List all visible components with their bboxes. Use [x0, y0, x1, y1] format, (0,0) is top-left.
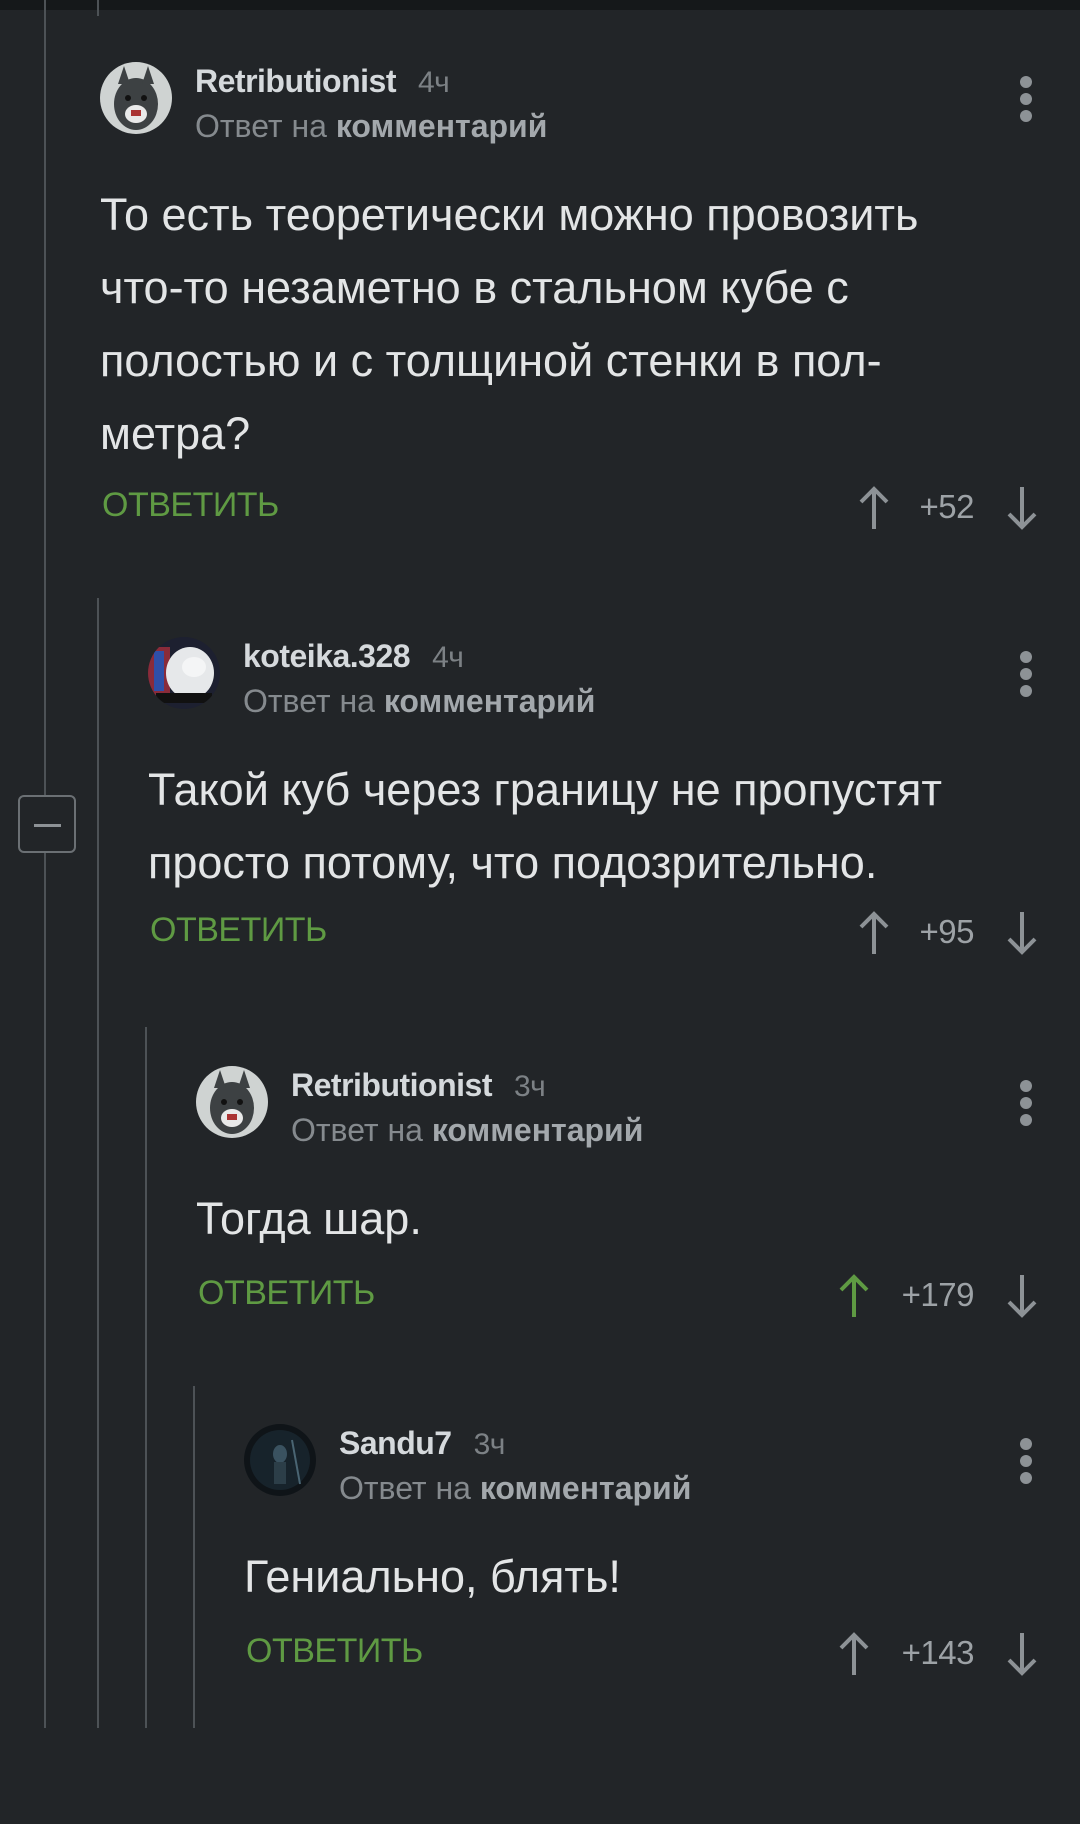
arrow-down-icon[interactable] [1004, 909, 1040, 957]
thread-line [193, 1386, 195, 1728]
thread-line [97, 598, 99, 1728]
more-vertical-icon[interactable] [1020, 1438, 1032, 1484]
reply-button[interactable]: ОТВЕТИТЬ [198, 1274, 375, 1313]
arrow-up-icon[interactable] [856, 909, 892, 957]
comment-actions: ОТВЕТИТЬ +179 [198, 1264, 1040, 1324]
thread-line [97, 0, 99, 16]
reply-button[interactable]: ОТВЕТИТЬ [102, 486, 279, 525]
comment-score: +52 [919, 488, 975, 525]
comment-score: +95 [919, 913, 975, 950]
comment: koteika.328 4ч Ответ на комментарий Такой… [148, 637, 1080, 1037]
avatar[interactable] [196, 1066, 268, 1138]
arrow-down-icon[interactable] [1004, 1630, 1040, 1678]
reply-to-line: Ответ на комментарий [339, 1470, 692, 1506]
reply-to-line: Ответ на комментарий [243, 683, 596, 719]
comment-author[interactable]: Sandu7 3ч [339, 1425, 505, 1462]
reply-to-line: Ответ на комментарий [195, 108, 548, 144]
comment-text: Гениально, блять! [244, 1551, 621, 1602]
comment-actions: ОТВЕТИТЬ +95 [150, 901, 1040, 961]
more-vertical-icon[interactable] [1020, 1080, 1032, 1126]
comment-time: 3ч [473, 1428, 506, 1461]
comment-time: 3ч [513, 1070, 546, 1103]
comment-author[interactable]: Retributionist 4ч [195, 63, 450, 100]
thread-line [145, 1027, 147, 1728]
comment-actions: ОТВЕТИТЬ +143 [246, 1622, 1040, 1682]
top-bar [0, 0, 1080, 10]
arrow-down-icon[interactable] [1004, 1272, 1040, 1320]
parent-comment-link[interactable]: комментарий [432, 1112, 644, 1148]
comment-time: 4ч [417, 66, 450, 99]
comment-actions: ОТВЕТИТЬ +52 [102, 476, 1040, 536]
parent-comment-link[interactable]: комментарий [480, 1470, 692, 1506]
arrow-up-icon[interactable] [836, 1630, 872, 1678]
thread-line [44, 0, 46, 1728]
more-vertical-icon[interactable] [1020, 76, 1032, 122]
comment-score: +143 [901, 1634, 975, 1671]
parent-comment-link[interactable]: комментарий [384, 683, 596, 719]
comment: Retributionist 4ч Ответ на комментарий То… [100, 62, 1080, 530]
more-vertical-icon[interactable] [1020, 651, 1032, 697]
comment: Retributionist 3ч Ответ на комментарий То… [196, 1066, 1080, 1466]
parent-comment-link[interactable]: комментарий [336, 108, 548, 144]
reply-to-line: Ответ на комментарий [291, 1112, 644, 1148]
comment-author[interactable]: koteika.328 4ч [243, 638, 464, 675]
comment-text: Тогда шар. [196, 1193, 422, 1244]
arrow-up-icon[interactable] [836, 1272, 872, 1320]
comment-text: Такой куб через границу не пропустят про… [148, 764, 942, 888]
comment: Sandu7 3ч Ответ на комментарий Гениально,… [244, 1424, 1080, 1824]
reply-button[interactable]: ОТВЕТИТЬ [150, 911, 327, 950]
reply-button[interactable]: ОТВЕТИТЬ [246, 1632, 423, 1671]
avatar[interactable] [148, 637, 220, 709]
arrow-down-icon[interactable] [1004, 484, 1040, 532]
arrow-up-icon[interactable] [856, 484, 892, 532]
collapse-thread-button[interactable] [18, 795, 76, 853]
comment-time: 4ч [432, 641, 464, 674]
comment-text: То есть теоретически можно провозить что… [100, 189, 919, 459]
avatar[interactable] [244, 1424, 316, 1496]
comment-score: +179 [901, 1276, 975, 1313]
avatar[interactable] [100, 62, 172, 134]
comment-author[interactable]: Retributionist 3ч [291, 1067, 546, 1104]
